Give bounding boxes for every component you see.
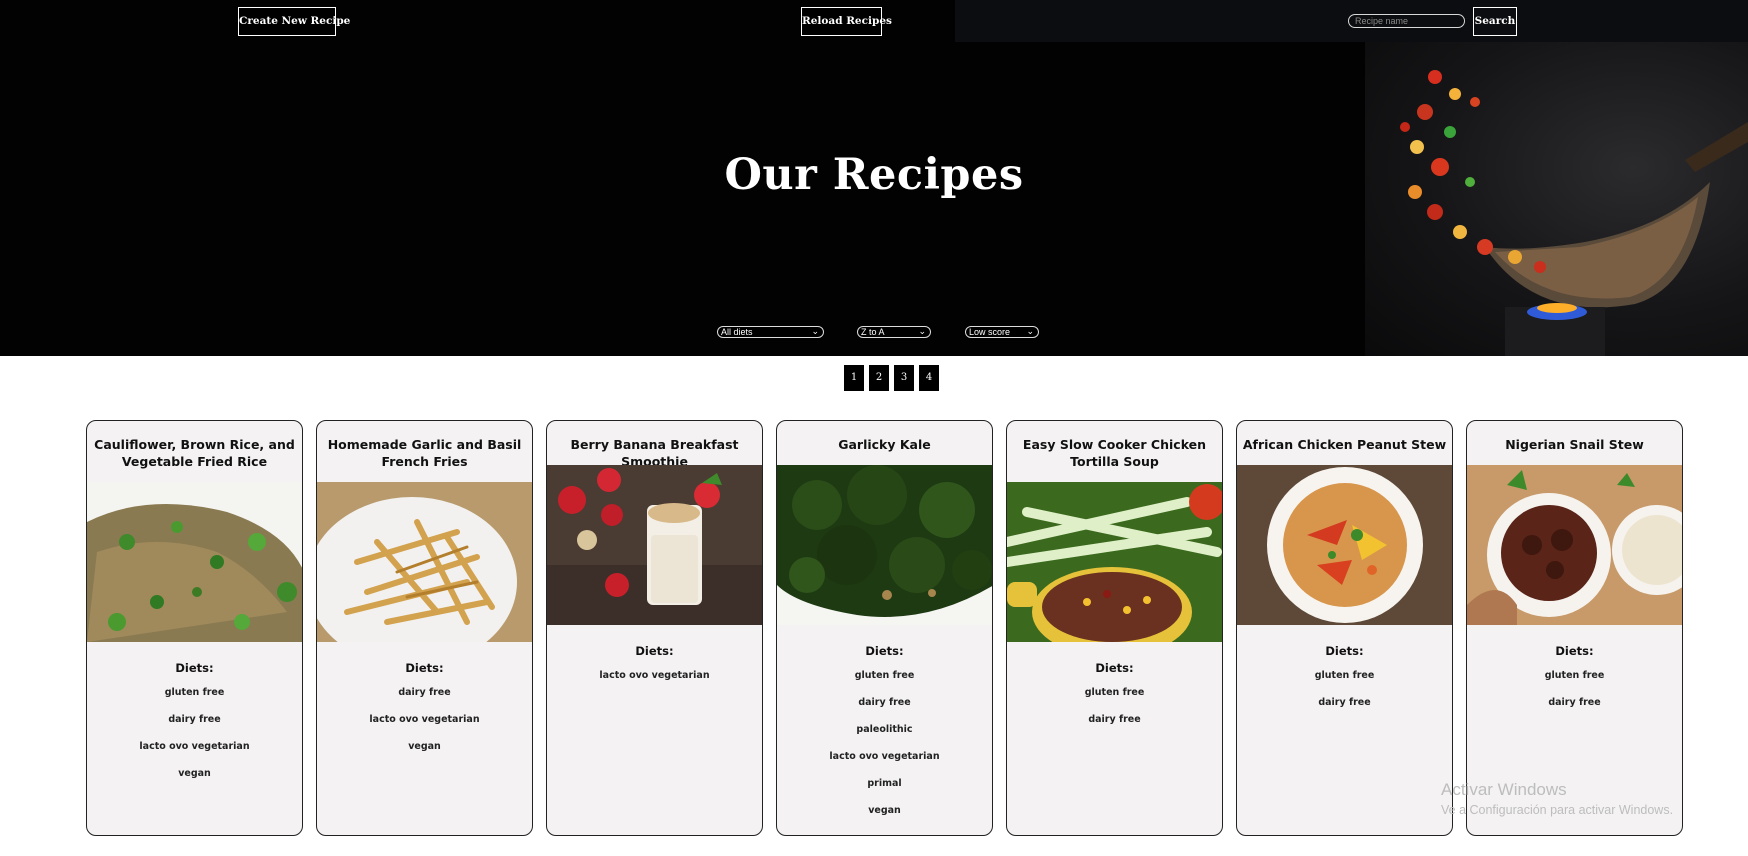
diet-tag: lacto ovo vegetarian (599, 670, 710, 681)
pagination: 1 2 3 4 (844, 365, 939, 391)
diets-heading: Diets: (1325, 644, 1364, 658)
page-button-3[interactable]: 3 (894, 365, 914, 391)
recipe-card[interactable]: African Chicken Peanut Stew Diets: glute… (1236, 420, 1453, 836)
score-order-select[interactable]: Low score ⌄ (965, 326, 1039, 338)
diet-filter-value: All diets (721, 327, 753, 337)
diet-tag: vegan (178, 768, 211, 779)
diet-tag: lacto ovo vegetarian (369, 714, 480, 725)
page-button-4[interactable]: 4 (919, 365, 939, 391)
diets-heading: Diets: (635, 644, 674, 658)
recipe-card[interactable]: Berry Banana Breakfast Smoothie Diets: l… (546, 420, 763, 836)
page-title: Our Recipes (724, 150, 1024, 200)
recipe-title: Easy Slow Cooker Chicken Tortilla Soup (1022, 437, 1207, 469)
alpha-order-select[interactable]: Z to A ⌄ (857, 326, 931, 338)
watermark-line-2: Ve a Configuración para activar Windows. (1441, 803, 1674, 817)
recipe-title: Garlicky Kale (838, 437, 931, 452)
alpha-order-value: Z to A (861, 327, 885, 337)
recipe-card[interactable]: Cauliflower, Brown Rice, and Vegetable F… (86, 420, 303, 836)
recipe-title: Nigerian Snail Stew (1505, 437, 1644, 452)
recipe-title: Homemade Garlic and Basil French Fries (327, 437, 522, 469)
search-button[interactable]: Search (1473, 7, 1517, 36)
diet-tag: dairy free (1318, 697, 1371, 708)
diets-heading: Diets: (865, 644, 904, 658)
diet-tag: dairy free (858, 697, 911, 708)
diets-heading: Diets: (405, 661, 444, 675)
recipe-title: Berry Banana Breakfast Smoothie (570, 437, 739, 469)
recipe-card[interactable]: Homemade Garlic and Basil French Fries D… (316, 420, 533, 836)
recipe-image (777, 465, 992, 625)
diet-tag: paleolithic (856, 724, 913, 735)
page-button-2[interactable]: 2 (869, 365, 889, 391)
score-order-value: Low score (969, 327, 1011, 337)
diet-tag: lacto ovo vegetarian (139, 741, 250, 752)
page-button-1[interactable]: 1 (844, 365, 864, 391)
diet-tag: gluten free (1314, 670, 1375, 681)
diet-tag: vegan (868, 805, 901, 816)
diet-tag: dairy free (168, 714, 221, 725)
reload-recipes-button[interactable]: Reload Recipes (801, 7, 892, 36)
recipe-image (87, 482, 302, 642)
diet-tag: lacto ovo vegetarian (829, 751, 940, 762)
diets-heading: Diets: (1555, 644, 1594, 658)
recipe-image (1467, 465, 1682, 625)
diet-tag: gluten free (1084, 687, 1145, 698)
diet-tag: primal (867, 778, 902, 789)
watermark-line-1: Activar Windows (1441, 780, 1567, 799)
diet-tag: gluten free (164, 687, 225, 698)
diet-tag: gluten free (854, 670, 915, 681)
diet-tag: vegan (408, 741, 441, 752)
chevron-down-icon: ⌄ (1026, 326, 1034, 336)
diet-tag: gluten free (1544, 670, 1605, 681)
recipe-image (1007, 482, 1222, 642)
recipe-image (317, 482, 532, 642)
diets-heading: Diets: (1095, 661, 1134, 675)
recipe-image (1237, 465, 1452, 625)
recipe-title: Cauliflower, Brown Rice, and Vegetable F… (94, 437, 295, 469)
diet-tag: dairy free (1088, 714, 1141, 725)
windows-activation-watermark: Activar Windows Ve a Configuración para … (1441, 780, 1673, 817)
recipe-image (547, 465, 762, 625)
diets-heading: Diets: (175, 661, 214, 675)
hero-banner: Create New Recipe Reload Recipes Search … (0, 0, 1748, 356)
recipe-card[interactable]: Easy Slow Cooker Chicken Tortilla Soup D… (1006, 420, 1223, 836)
create-recipe-button[interactable]: Create New Recipe (238, 7, 350, 36)
diet-filter-select[interactable]: All diets ⌄ (717, 326, 824, 338)
search-input[interactable] (1348, 14, 1465, 28)
recipe-card[interactable]: Nigerian Snail Stew Diets: gluten free d… (1466, 420, 1683, 836)
diet-tag: dairy free (398, 687, 451, 698)
recipe-title: African Chicken Peanut Stew (1242, 437, 1447, 452)
recipe-card[interactable]: Garlicky Kale Diets: gluten free dairy f… (776, 420, 993, 836)
diet-tag: dairy free (1548, 697, 1601, 708)
chevron-down-icon: ⌄ (918, 326, 926, 336)
chevron-down-icon: ⌄ (811, 326, 819, 336)
